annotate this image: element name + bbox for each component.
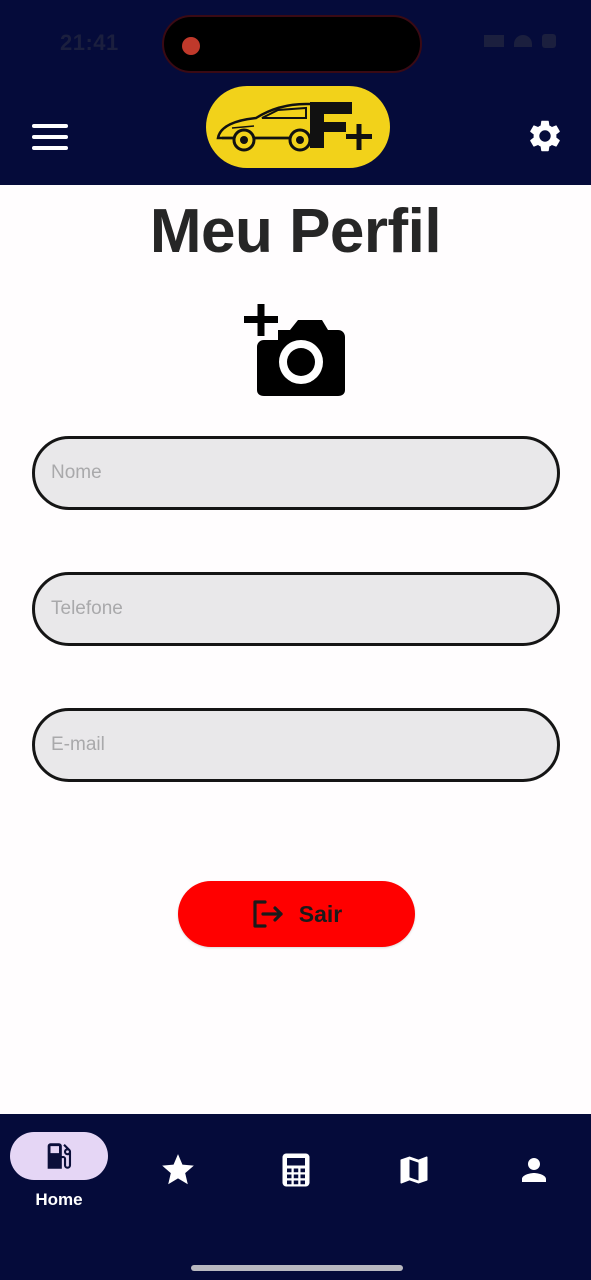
add-photo-button[interactable] — [242, 302, 348, 398]
status-time: 21:41 — [60, 30, 119, 55]
hamburger-menu-icon — [32, 124, 68, 128]
recording-indicator — [182, 37, 200, 55]
dynamic-island — [162, 15, 422, 73]
app-header: 21:41 F+ — [0, 0, 591, 185]
signal-icon — [484, 35, 504, 47]
battery-icon — [542, 34, 556, 48]
logout-icon — [253, 900, 283, 928]
gear-icon — [530, 120, 560, 152]
app-logo: F+ — [206, 86, 390, 168]
car-logo-icon — [216, 102, 372, 152]
star-icon — [162, 1154, 194, 1185]
nav-item-favorites[interactable] — [150, 1114, 206, 1194]
person-icon — [522, 1158, 546, 1182]
logout-button[interactable]: Sair — [178, 881, 415, 947]
wifi-icon — [514, 35, 532, 47]
status-icons — [484, 34, 556, 48]
fuel-pump-icon — [47, 1143, 72, 1169]
email-field[interactable] — [32, 708, 560, 782]
nav-item-profile[interactable] — [504, 1114, 560, 1194]
nav-item-map[interactable] — [386, 1114, 442, 1194]
nav-label-home: Home — [35, 1190, 83, 1209]
logout-label: Sair — [298, 900, 343, 927]
settings-button[interactable] — [526, 117, 564, 155]
phone-field[interactable] — [32, 572, 560, 646]
calculator-icon — [282, 1153, 310, 1187]
name-field[interactable] — [32, 436, 560, 510]
nav-item-calculator[interactable] — [268, 1114, 324, 1194]
page-title: Meu Perfil — [149, 197, 442, 266]
nav-item-home[interactable]: Home — [0, 1114, 118, 1224]
map-icon — [400, 1156, 428, 1184]
add-camera-icon — [244, 304, 345, 396]
home-indicator — [191, 1265, 403, 1271]
bottom-navigation: Home — [0, 1114, 591, 1280]
menu-button[interactable] — [32, 124, 68, 150]
